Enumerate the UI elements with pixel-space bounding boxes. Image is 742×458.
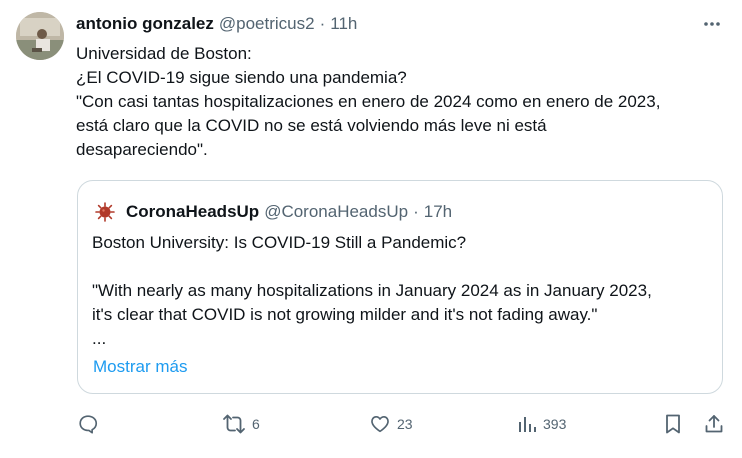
retweet-count: 6	[252, 416, 260, 432]
quote-avatar[interactable]	[94, 201, 116, 223]
quote-text-line: Boston University: Is COVID-19 Still a P…	[92, 233, 467, 252]
more-options-button[interactable]	[700, 12, 724, 36]
tweet-header: antonio gonzalez @poetricus2 · 11h	[76, 13, 357, 35]
quote-text-line: ...	[92, 329, 107, 348]
share-button[interactable]	[703, 410, 725, 438]
reply-button[interactable]	[77, 410, 105, 438]
retweet-button[interactable]: 6	[222, 410, 260, 438]
bookmark-icon	[666, 414, 680, 434]
quoted-tweet-text: Boston University: Is COVID-19 Still a P…	[92, 231, 712, 351]
tweet-text-line: Universidad de Boston:	[76, 44, 252, 63]
quoted-tweet[interactable]: CoronaHeadsUp @CoronaHeadsUp · 17h Bosto…	[77, 180, 723, 394]
author-name[interactable]: antonio gonzalez	[76, 14, 214, 34]
views-button[interactable]: 393	[517, 410, 566, 438]
more-dots-icon	[704, 22, 720, 26]
quote-text-line	[92, 255, 712, 279]
virus-icon	[95, 202, 115, 222]
separator-dot: ·	[319, 14, 326, 33]
bookmark-button[interactable]	[663, 410, 683, 438]
tweet-text: Universidad de Boston: ¿El COVID-19 sigu…	[76, 42, 726, 162]
reply-icon	[79, 415, 98, 434]
like-button[interactable]: 23	[369, 410, 413, 438]
tweet-text-line: desapareciendo".	[76, 140, 208, 159]
quoted-tweet-header: CoronaHeadsUp @CoronaHeadsUp · 17h	[94, 201, 452, 223]
like-count: 23	[397, 416, 413, 432]
tweet-time[interactable]: 11h	[330, 14, 357, 34]
quote-author-name[interactable]: CoronaHeadsUp	[126, 202, 259, 222]
quote-text-line: it's clear that COVID is not growing mil…	[92, 305, 598, 324]
views-chart-icon	[519, 417, 536, 432]
separator-dot: ·	[413, 202, 419, 221]
author-avatar[interactable]	[16, 12, 64, 60]
retweet-icon	[223, 414, 245, 434]
author-handle[interactable]: @poetricus2	[219, 14, 315, 34]
quote-time[interactable]: 17h	[424, 202, 452, 222]
tweet-text-line: ¿El COVID-19 sigue siendo una pandemia?	[76, 68, 407, 87]
views-count: 393	[543, 416, 567, 432]
action-bar: 6 23 393	[0, 410, 742, 438]
share-icon	[705, 415, 723, 433]
quote-author-handle[interactable]: @CoronaHeadsUp	[264, 202, 408, 222]
show-more-link[interactable]: Mostrar más	[93, 357, 187, 377]
tweet-text-line: "Con casi tantas hospitalizaciones en en…	[76, 92, 661, 111]
heart-icon	[371, 416, 389, 433]
quote-text-line: "With nearly as many hospitalizations in…	[92, 281, 652, 300]
tweet-text-line: está claro que la COVID no se está volvi…	[76, 116, 547, 135]
